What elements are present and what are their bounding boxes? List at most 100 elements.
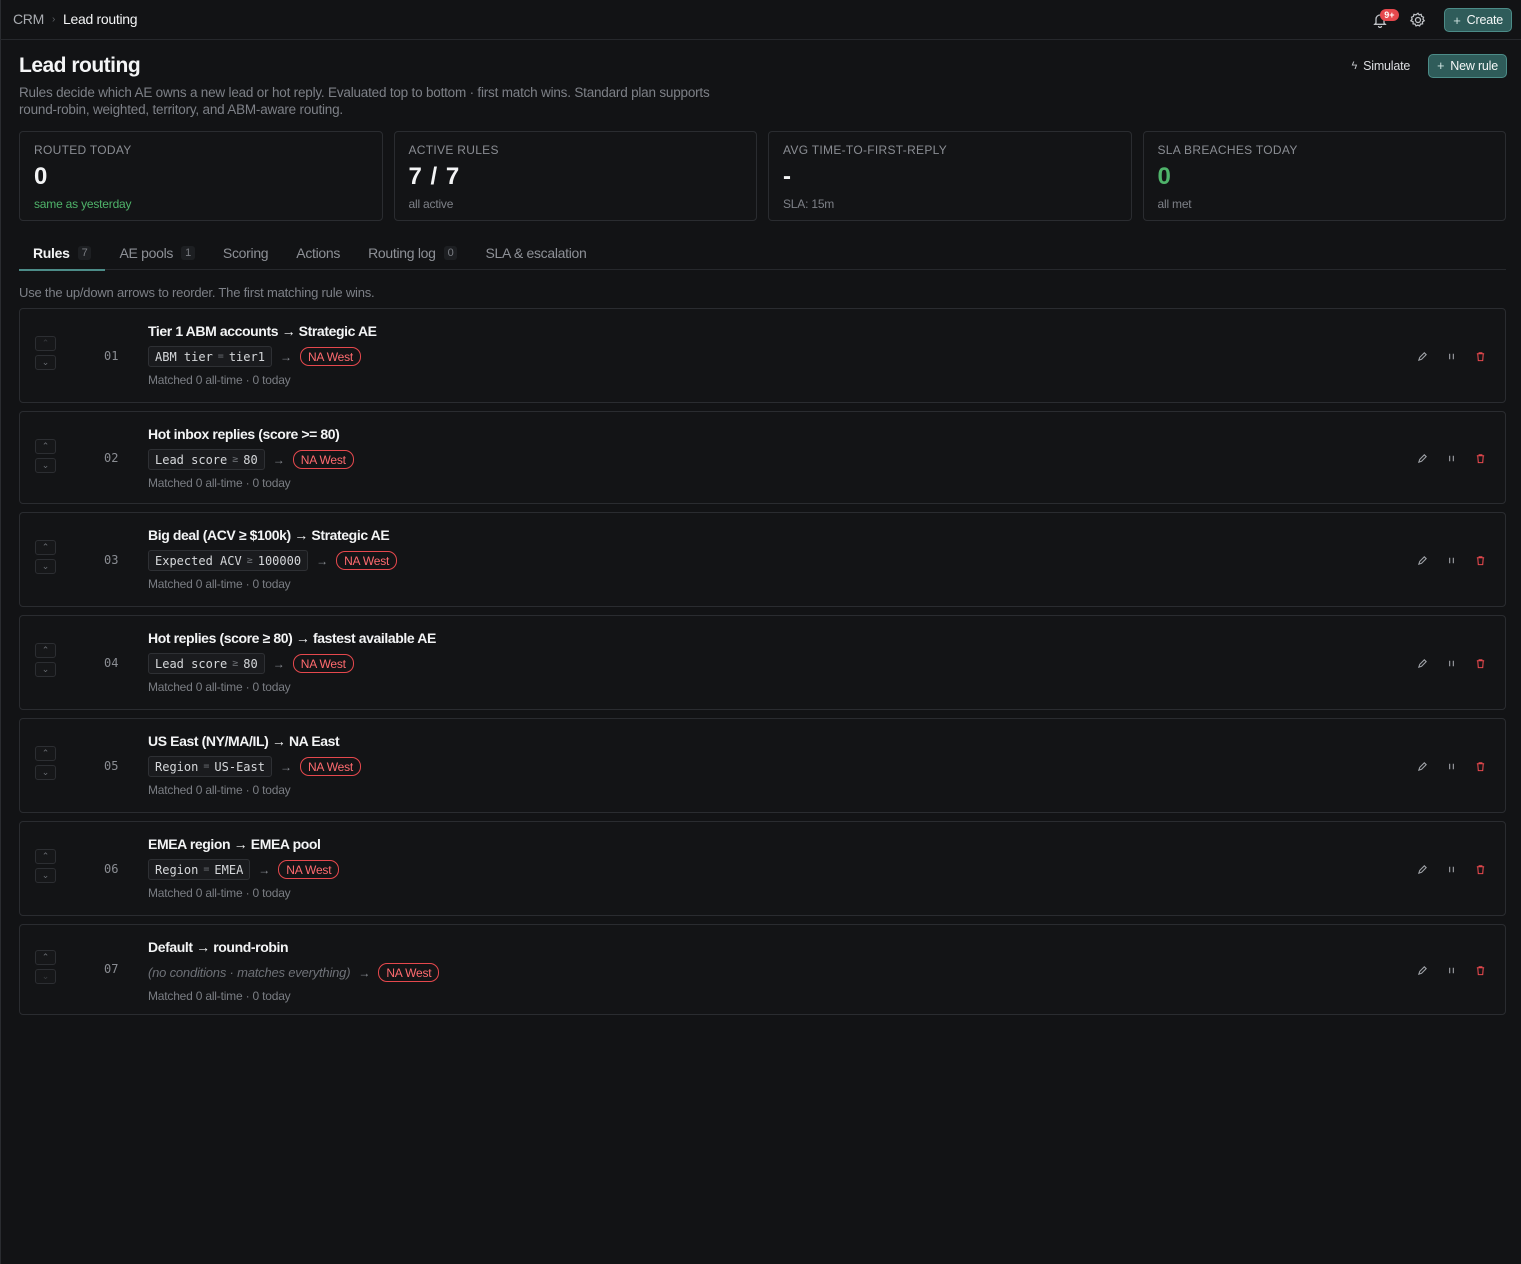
chevron-up-icon: ⌃ <box>41 338 50 348</box>
rule-name[interactable]: Default → round-robin <box>148 939 439 955</box>
rule-name[interactable]: Tier 1 ABM accounts → Strategic AE <box>148 323 377 339</box>
delete-rule-button[interactable] <box>1475 554 1486 566</box>
move-down-button[interactable]: ⌄ <box>35 355 56 370</box>
edit-rule-button[interactable] <box>1417 452 1428 464</box>
rule-name[interactable]: Big deal (ACV ≥ $100k) → Strategic AE <box>148 527 397 543</box>
condition-value: tier1 <box>228 349 265 364</box>
delete-rule-button[interactable] <box>1475 452 1486 464</box>
condition-operator: ≥ <box>232 454 239 465</box>
tab-ae-pools[interactable]: AE pools 1 <box>105 235 208 270</box>
trash-icon <box>1476 965 1485 975</box>
tab-label: Rules <box>33 244 70 261</box>
delete-rule-button[interactable] <box>1475 863 1486 875</box>
tab-actions[interactable]: Actions <box>282 235 354 270</box>
page-description: Rules decide which AE owns a new lead or… <box>19 85 710 117</box>
delete-rule-button[interactable] <box>1475 964 1486 976</box>
stat-subtext: SLA: 15m <box>783 197 835 211</box>
simulate-button[interactable]: ϟ Simulate <box>1343 54 1418 78</box>
pause-rule-button[interactable] <box>1446 863 1457 875</box>
rule-name[interactable]: Hot replies (score ≥ 80) → fastest avail… <box>148 630 436 646</box>
plus-icon: + <box>1453 12 1461 28</box>
rule-body: Tier 1 ABM accounts → Strategic AE ABM t… <box>148 323 377 387</box>
pause-icon <box>1449 763 1454 769</box>
edit-rule-button[interactable] <box>1417 657 1428 669</box>
pause-icon <box>1449 967 1454 973</box>
delete-rule-button[interactable] <box>1475 760 1486 772</box>
breadcrumb-current: Lead routing <box>63 11 138 27</box>
chevron-up-icon: ⌃ <box>41 952 50 962</box>
condition-chip: ABM tier = tier1 <box>148 346 272 367</box>
rule-name[interactable]: Hot inbox replies (score >= 80) <box>148 426 354 442</box>
condition-field: Region <box>155 862 199 877</box>
breadcrumb-crm[interactable]: CRM <box>13 11 44 27</box>
pause-icon <box>1449 455 1454 461</box>
edit-rule-button[interactable] <box>1417 350 1428 362</box>
rule-condition-line: ABM tier = tier1 → NA West <box>148 346 377 367</box>
delete-rule-button[interactable] <box>1475 657 1486 669</box>
rule-number: 01 <box>104 349 119 363</box>
chevron-up-icon: ⌃ <box>41 851 50 861</box>
move-up-button[interactable]: ⌃ <box>35 950 56 965</box>
edit-rule-button[interactable] <box>1417 760 1428 772</box>
pause-rule-button[interactable] <box>1446 760 1457 772</box>
tab-routing-log[interactable]: Routing log 0 <box>354 235 471 270</box>
pause-rule-button[interactable] <box>1446 554 1457 566</box>
pause-rule-button[interactable] <box>1446 964 1457 976</box>
move-up-button[interactable]: ⌃ <box>35 540 56 555</box>
reorder-controls: ⌃ ⌄ <box>35 746 56 780</box>
rule-name[interactable]: US East (NY/MA/IL) → NA East <box>148 733 361 749</box>
settings-button[interactable] <box>1406 8 1430 32</box>
target-pool-badge: NA West <box>299 347 362 366</box>
move-up-button[interactable]: ⌃ <box>35 439 56 454</box>
rule-card: ⌃ ⌄ 05 US East (NY/MA/IL) → NA East Regi… <box>19 718 1506 813</box>
edit-rule-button[interactable] <box>1417 964 1428 976</box>
create-button[interactable]: + Create <box>1444 8 1512 32</box>
gear-icon <box>1410 12 1426 27</box>
rule-actions <box>1417 863 1486 875</box>
move-up-button[interactable]: ⌃ <box>35 336 56 351</box>
move-down-button[interactable]: ⌄ <box>35 559 56 574</box>
delete-rule-button[interactable] <box>1475 350 1486 362</box>
tab-scoring[interactable]: Scoring <box>209 235 282 270</box>
tab-count: 7 <box>77 245 92 260</box>
tab-label: Actions <box>296 244 341 261</box>
move-up-button[interactable]: ⌃ <box>35 746 56 761</box>
rules-list: ⌃ ⌄ 01 Tier 1 ABM accounts → Strategic A… <box>19 308 1506 1023</box>
rule-match-stats: Matched 0 all-time · 0 today <box>148 886 291 900</box>
trash-icon <box>1476 351 1485 361</box>
chevron-up-icon: ⌃ <box>41 748 50 758</box>
tab-sla-escalation[interactable]: SLA & escalation <box>471 235 600 270</box>
arrow-icon: → <box>279 349 292 364</box>
edit-rule-button[interactable] <box>1417 863 1428 875</box>
stat-card-avg-reply: AVG TIME-TO-FIRST-REPLY - SLA: 15m <box>768 131 1132 221</box>
notifications-button[interactable]: 9+ <box>1368 8 1399 32</box>
pause-rule-button[interactable] <box>1446 452 1457 464</box>
move-down-button[interactable]: ⌄ <box>35 458 56 473</box>
rule-number: 02 <box>104 451 119 465</box>
move-up-button[interactable]: ⌃ <box>35 643 56 658</box>
tab-rules[interactable]: Rules 7 <box>19 235 106 271</box>
create-button-label: Create <box>1466 13 1504 27</box>
move-down-button[interactable]: ⌄ <box>35 969 56 984</box>
pause-rule-button[interactable] <box>1446 350 1457 362</box>
stat-subtext: all active <box>408 197 454 211</box>
tab-label: SLA & escalation <box>485 244 587 261</box>
move-down-button[interactable]: ⌄ <box>35 662 56 677</box>
rule-name[interactable]: EMEA region → EMEA pool <box>148 836 339 852</box>
pause-rule-button[interactable] <box>1446 657 1457 669</box>
stat-label: ROUTED TODAY <box>34 143 132 157</box>
move-down-button[interactable]: ⌄ <box>35 765 56 780</box>
no-conditions-text: (no conditions · matches everything) <box>148 965 351 980</box>
condition-field: Lead score <box>155 656 228 671</box>
chevron-up-icon: ⌃ <box>41 645 50 655</box>
target-pool-badge: NA West <box>292 450 354 469</box>
move-up-button[interactable]: ⌃ <box>35 849 56 864</box>
move-down-button[interactable]: ⌄ <box>35 868 56 883</box>
rule-number: 07 <box>104 962 119 976</box>
rule-body: Big deal (ACV ≥ $100k) → Strategic AE Ex… <box>148 527 398 591</box>
reorder-controls: ⌃ ⌄ <box>35 643 56 677</box>
new-rule-button[interactable]: + New rule <box>1428 54 1507 78</box>
notification-badge: 9+ <box>1380 9 1399 21</box>
edit-rule-button[interactable] <box>1417 554 1428 566</box>
rule-actions <box>1417 964 1486 976</box>
